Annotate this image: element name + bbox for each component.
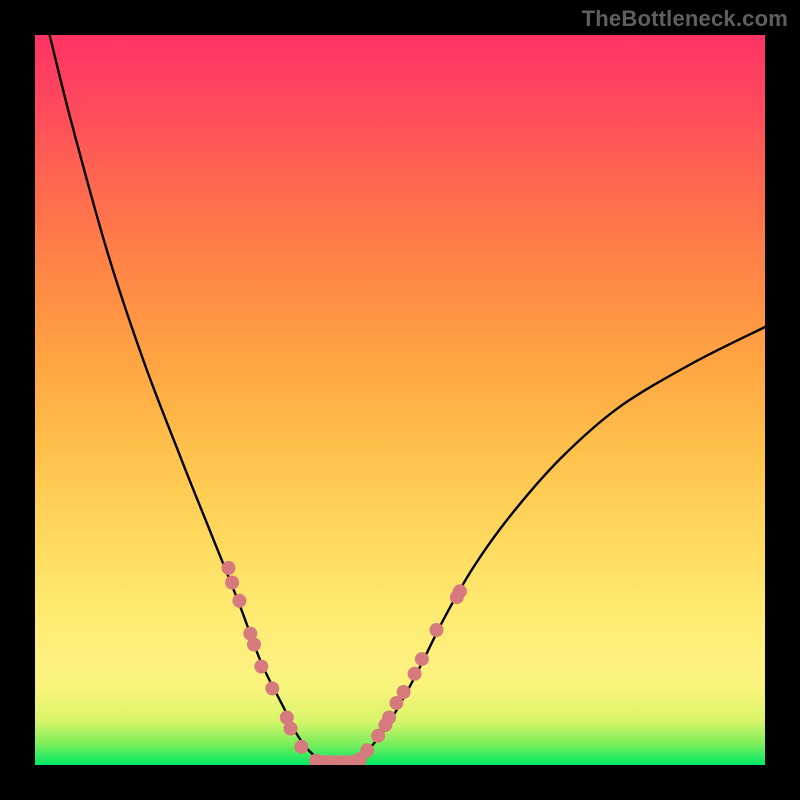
data-marker [232, 594, 246, 608]
data-marker [408, 667, 422, 681]
bottleneck-curve [50, 35, 765, 763]
curve-markers [222, 561, 467, 765]
data-marker [222, 561, 236, 575]
data-marker [247, 638, 261, 652]
data-marker [453, 584, 467, 598]
watermark-text: TheBottleneck.com [582, 6, 788, 32]
data-marker [265, 681, 279, 695]
data-marker [225, 576, 239, 590]
data-marker [284, 722, 298, 736]
data-marker [430, 623, 444, 637]
chart-frame: TheBottleneck.com [0, 0, 800, 800]
data-marker [254, 660, 268, 674]
data-marker [397, 685, 411, 699]
data-marker [415, 652, 429, 666]
curve-layer [35, 35, 765, 765]
data-marker [360, 743, 374, 757]
plot-area [35, 35, 765, 765]
data-marker [382, 711, 396, 725]
data-marker [294, 740, 308, 754]
